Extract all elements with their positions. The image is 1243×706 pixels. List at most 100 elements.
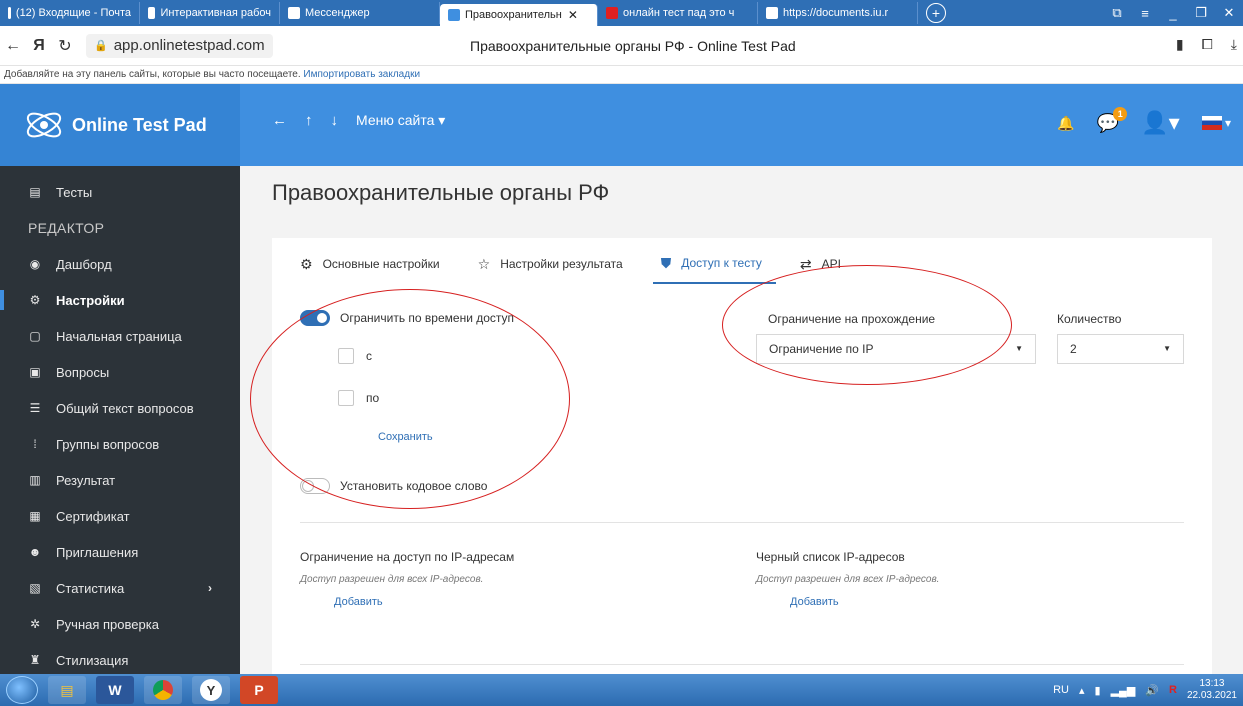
ip-access-add-link[interactable]: Добавить [334,596,383,608]
bookmark-icon[interactable]: ▮ [1176,36,1184,53]
battery-icon[interactable]: ▮ [1095,684,1101,697]
browser-tab-active[interactable]: Правоохранительн ✕ [440,4,598,26]
arrow-left-icon[interactable]: ← [272,112,287,129]
sidebar-item-settings[interactable]: ⚙ Настройки [0,282,240,318]
start-button[interactable] [6,676,38,704]
tray-arrow-icon[interactable]: ▴ [1079,684,1085,697]
quantity-select[interactable]: 2 ▼ [1057,334,1184,364]
sidebar-item-question-groups[interactable]: ⁞ Группы вопросов [0,426,240,462]
back-icon[interactable]: ← [0,37,26,55]
save-row: Сохранить [378,431,433,443]
signal-icon[interactable]: ▂▄▆ [1111,684,1136,697]
browser-tab-label: Мессенджер [305,7,370,19]
chat-icon[interactable]: 💬 1 [1097,106,1128,134]
import-bookmarks-link[interactable]: Импортировать закладки [303,69,420,80]
sidebar-item-start-page[interactable]: ▢ Начальная страница [0,318,240,354]
tab-main-settings[interactable]: ⚙ Основные настройки [292,244,454,284]
star-icon: ☆ [477,255,491,272]
taskbar-explorer[interactable]: ▤ [48,676,86,704]
browser-tab-documents[interactable]: https://documents.iu.r [758,2,918,24]
yandex-logo-icon[interactable]: Я [26,37,52,55]
clock-time: 13:13 [1199,678,1225,689]
menu-icon[interactable]: ≡ [1131,6,1159,21]
time-to-row: по [338,390,379,406]
notification-badge: 1 [1113,106,1128,121]
gear-icon: ⚙ [300,255,313,272]
sidebar-item-label: Группы вопросов [56,436,160,452]
browser-tab-messenger[interactable]: Мессенджер [280,2,440,24]
sidebar-item-label: Ручная проверка [56,616,159,632]
tab-label: Настройки результата [500,257,623,271]
language-indicator[interactable]: RU [1053,684,1069,696]
minimize-icon[interactable]: _ [1159,6,1187,21]
volume-icon[interactable]: 🔊 [1145,684,1159,697]
bell-icon[interactable]: 🔔 [1057,115,1074,132]
extensions-icon[interactable]: ⧠ [1202,36,1213,53]
time-limit-toggle[interactable] [300,310,330,326]
sidebar-item-label: Начальная страница [56,328,182,344]
chrome-icon [153,680,173,700]
sidebar-item-common-text[interactable]: ☰ Общий текст вопросов [0,390,240,426]
tab-label: API [821,257,841,271]
browser-tab-yandex[interactable]: онлайн тест пад это ч [598,2,758,24]
bar-chart-icon: ▥ [29,473,41,487]
tabs-icon[interactable]: ⧉ [1103,5,1131,21]
page-title: Правоохранительные органы РФ - Online Te… [470,38,796,54]
code-word-toggle[interactable] [300,478,330,494]
logo[interactable]: Online Test Pad [0,84,240,166]
browser-tab-board[interactable]: Интерактивная рабоч [140,2,280,24]
arrow-down-icon[interactable]: ↓ [331,112,339,129]
clock[interactable]: 13:13 22.03.2021 [1187,678,1237,702]
sidebar: ▤ Тесты РЕДАКТОР ◉ Дашборд ⚙ Настройки ▢… [0,166,240,674]
sidebar-item-label: Статистика [56,580,125,596]
time-to-checkbox[interactable] [338,390,354,406]
sidebar-item-label: Общий текст вопросов [56,400,194,416]
user-icon[interactable]: 👤▾ [1141,110,1179,136]
restore-icon[interactable]: ❐ [1187,5,1215,21]
time-from-checkbox[interactable] [338,348,354,364]
ip-access-note: Доступ разрешен для всех IP-адресов. [300,574,484,585]
taskbar-powerpoint[interactable]: P [240,676,278,704]
site-menu-button[interactable]: Меню сайта ▾ [356,112,445,129]
passing-limit-label-row: Ограничение на прохождение [768,312,935,326]
url-field[interactable]: 🔒 app.onlinetestpad.com [86,33,273,58]
new-tab-button[interactable]: + [926,3,946,23]
arrow-up-icon[interactable]: ↑ [305,112,313,129]
taskbar-chrome[interactable] [144,676,182,704]
sidebar-item-certificate[interactable]: ▦ Сертификат [0,498,240,534]
sidebar-item-statistics[interactable]: ▧ Статистика › [0,570,240,606]
close-icon[interactable]: ✕ [1215,5,1243,21]
tab-api[interactable]: ⇄ API [792,244,855,284]
tab-test-access[interactable]: ⛊ Доступ к тесту [652,244,776,284]
quantity-value: 2 [1070,342,1077,356]
close-icon[interactable]: ✕ [568,8,578,22]
window-controls: ⧉ ≡ _ ❐ ✕ [1103,0,1243,26]
sidebar-section-editor: РЕДАКТОР [28,220,105,236]
gear-icon: ⚙ [29,293,41,307]
sidebar-item-tests[interactable]: ▤ Тесты [0,174,240,210]
tab-result-settings[interactable]: ☆ Настройки результата [470,244,637,284]
sidebar-item-dashboard[interactable]: ◉ Дашборд [0,246,240,282]
passing-limit-label: Ограничение на прохождение [768,312,936,326]
shield-icon: ⛊ [660,254,672,271]
sidebar-item-invitations[interactable]: ☻ Приглашения [0,534,240,570]
sidebar-item-result[interactable]: ▥ Результат [0,462,240,498]
testpad-favicon [448,9,460,21]
time-from-label: с [366,349,372,363]
ip-blacklist-add-link[interactable]: Добавить [790,596,839,608]
passing-limit-select[interactable]: Ограничение по IP ▼ [756,334,1036,364]
taskbar-word[interactable]: W [96,676,134,704]
chevron-right-icon: › [208,581,212,595]
reload-icon[interactable]: ↻ [52,36,78,56]
logo-text: Online Test Pad [72,114,207,135]
taskbar-yandex[interactable]: Y [192,676,230,704]
sidebar-item-questions[interactable]: ▣ Вопросы [0,354,240,390]
download-icon[interactable]: ⤓ [1231,36,1237,53]
sidebar-item-label: Дашборд [56,256,112,272]
browser-tab-mail[interactable]: (12) Входящие - Почта [0,2,140,24]
sidebar-item-styling[interactable]: ♜ Стилизация [0,642,240,678]
language-flag-icon[interactable]: ▾ [1201,116,1231,130]
save-link[interactable]: Сохранить [378,431,433,443]
antivirus-icon[interactable]: R [1169,684,1177,696]
sidebar-item-manual-check[interactable]: ✲ Ручная проверка [0,606,240,642]
